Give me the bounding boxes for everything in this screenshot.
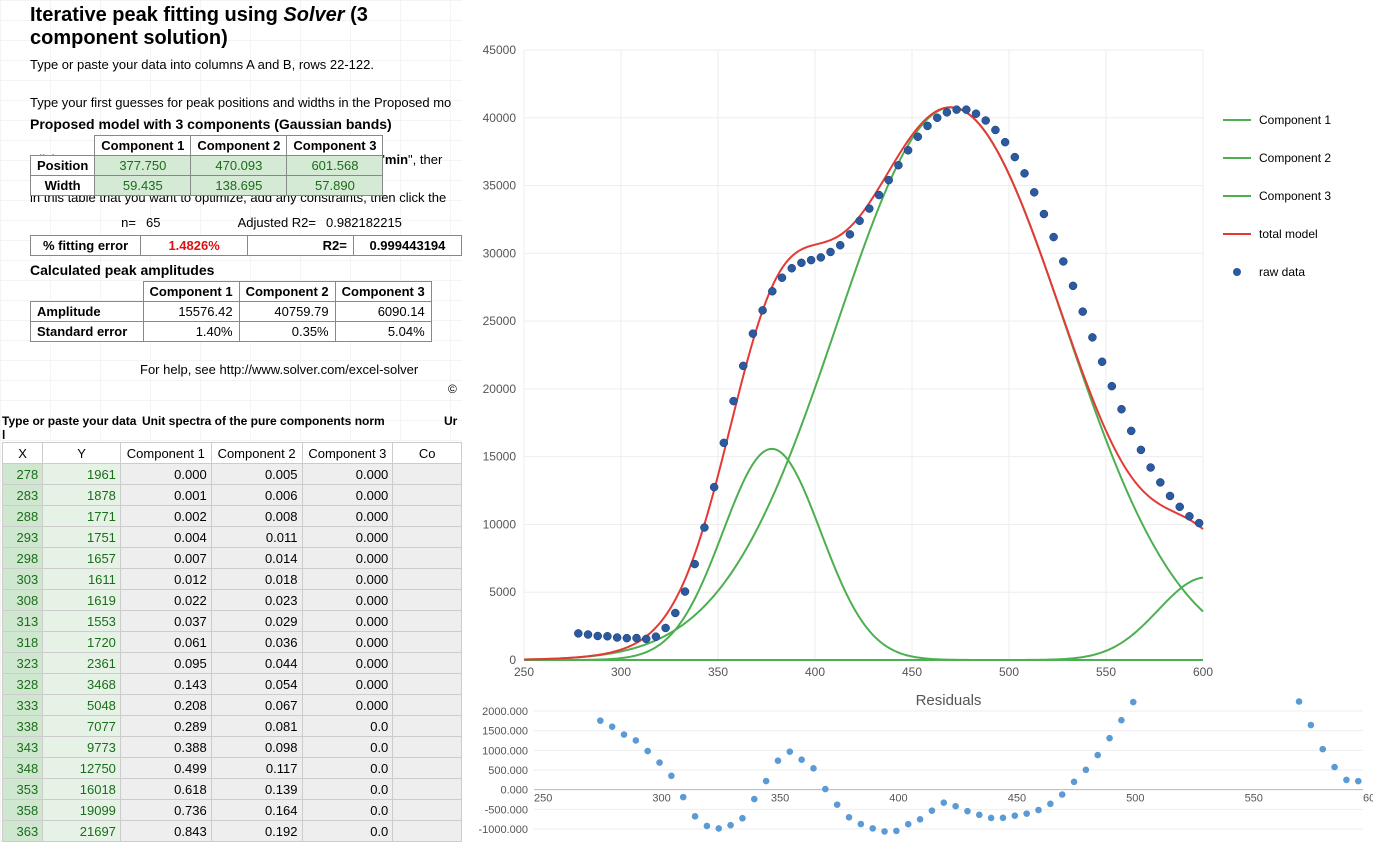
spreadsheet-page: Iterative peak fitting using Solver (3 c… (0, 0, 1373, 842)
table-row[interactable]: 31817200.0610.0360.000 (3, 632, 462, 653)
svg-text:35000: 35000 (483, 179, 517, 193)
residuals-chart[interactable]: Residuals -1000.000 -500.000 0.000 500.000 10… (462, 693, 1373, 842)
table-row[interactable]: 358190990.7360.1640.0 (3, 800, 462, 821)
svg-text:450: 450 (902, 665, 922, 679)
stat-n: 65 (142, 214, 200, 231)
table-row[interactable]: 28318780.0010.0060.000 (3, 485, 462, 506)
cell-pos-c2[interactable]: 470.093 (191, 156, 287, 176)
svg-text:400: 400 (889, 793, 907, 805)
se-c1: 1.40% (143, 322, 239, 342)
copyright: © (448, 382, 457, 396)
table-row[interactable]: 33350480.2080.0670.000 (3, 695, 462, 716)
svg-text:450: 450 (1008, 793, 1026, 805)
se-c2: 0.35% (239, 322, 335, 342)
svg-text:10000: 10000 (483, 517, 517, 531)
table-row[interactable]: 348127500.4990.1170.0 (3, 758, 462, 779)
table-row[interactable]: 29317510.0040.0110.000 (3, 527, 462, 548)
amp-c3: 6090.14 (335, 302, 431, 322)
svg-text:600: 600 (1193, 665, 1213, 679)
svg-text:600: 600 (1363, 793, 1373, 805)
left-pane: Iterative peak fitting using Solver (3 c… (0, 0, 462, 842)
table-row[interactable]: 33870770.2890.0810.0 (3, 716, 462, 737)
table-row[interactable]: 28817710.0020.0080.000 (3, 506, 462, 527)
col-c3: Component 3 (287, 136, 383, 156)
cell-wid-c1[interactable]: 59.435 (95, 176, 191, 196)
data-section: Type or paste your data l Unit spectra o… (2, 414, 462, 842)
model-table[interactable]: Component 1 Component 2 Component 3 Posi… (30, 135, 383, 196)
table-row[interactable]: 353160180.6180.1390.0 (3, 779, 462, 800)
col-c1: Component 1 (95, 136, 191, 156)
amp-heading: Calculated peak amplitudes (30, 262, 432, 278)
svg-text:250: 250 (534, 793, 552, 805)
svg-text:45000: 45000 (483, 43, 517, 57)
table-row[interactable]: 27819610.0000.0050.000 (3, 464, 462, 485)
svg-text:25000: 25000 (483, 314, 517, 328)
model-section: Proposed model with 3 components (Gaussi… (30, 116, 392, 196)
svg-text:20000: 20000 (483, 382, 517, 396)
svg-text:300: 300 (652, 793, 670, 805)
svg-text:350: 350 (708, 665, 728, 679)
svg-text:500: 500 (999, 665, 1019, 679)
amp-section: Calculated peak amplitudes Component 1Co… (30, 262, 432, 342)
svg-text:total model: total model (1259, 227, 1318, 241)
cell-wid-c3[interactable]: 57.890 (287, 176, 383, 196)
svg-text:550: 550 (1096, 665, 1116, 679)
svg-text:1500.000: 1500.000 (482, 726, 528, 738)
amp-table: Component 1Component 2Component 3 Amplit… (30, 281, 432, 342)
table-row[interactable]: 363216970.8430.1920.0 (3, 821, 462, 842)
col-c2: Component 2 (191, 136, 287, 156)
svg-text:Component 1: Component 1 (1259, 113, 1331, 127)
model-heading: Proposed model with 3 components (Gaussi… (30, 116, 392, 132)
svg-text:1000.000: 1000.000 (482, 745, 528, 757)
svg-text:-500.000: -500.000 (485, 804, 528, 816)
se-c3: 5.04% (335, 322, 431, 342)
help-link[interactable]: For help, see http://www.solver.com/exce… (140, 362, 418, 377)
svg-text:Residuals: Residuals (916, 693, 982, 709)
table-row[interactable]: 30316110.0120.0180.000 (3, 569, 462, 590)
data-table[interactable]: X Y Component 1 Component 2 Component 3 … (2, 442, 462, 842)
svg-text:500.000: 500.000 (488, 765, 528, 777)
svg-text:15000: 15000 (483, 450, 517, 464)
fit-error-table: % fitting error 1.4826% R2= 0.999443194 (30, 235, 462, 256)
svg-text:40000: 40000 (483, 111, 517, 125)
svg-text:30000: 30000 (483, 246, 517, 260)
svg-text:250: 250 (514, 665, 534, 679)
stats-table: n= 65 Adjusted R2= 0.982182215 (30, 212, 408, 233)
svg-text:raw data: raw data (1259, 265, 1305, 279)
stats-section: n= 65 Adjusted R2= 0.982182215 % fitting… (30, 212, 462, 256)
svg-text:550: 550 (1245, 793, 1263, 805)
stat-ar2: 0.982182215 (322, 214, 406, 231)
svg-text:400: 400 (805, 665, 825, 679)
table-row[interactable]: 34397730.3880.0980.0 (3, 737, 462, 758)
chart-pane: 250 300 350 400 450 500 550 600 0 5000 10000 15000 2… (462, 30, 1373, 842)
svg-text:0: 0 (509, 653, 516, 667)
amp-c1: 15576.42 (143, 302, 239, 322)
table-row[interactable]: 32834680.1430.0540.000 (3, 674, 462, 695)
table-row[interactable]: 30816190.0220.0230.000 (3, 590, 462, 611)
amp-c2: 40759.79 (239, 302, 335, 322)
table-row[interactable]: 29816570.0070.0140.000 (3, 548, 462, 569)
cell-pos-c1[interactable]: 377.750 (95, 156, 191, 176)
svg-text:5000: 5000 (489, 585, 516, 599)
stat-err: 1.4826% (168, 238, 219, 253)
table-row[interactable]: 32323610.0950.0440.000 (3, 653, 462, 674)
stat-r2: 0.999443194 (353, 236, 461, 256)
svg-text:Component 2: Component 2 (1259, 151, 1331, 165)
table-row[interactable]: 31315530.0370.0290.000 (3, 611, 462, 632)
svg-text:0.000: 0.000 (500, 785, 528, 797)
svg-text:Component 3: Component 3 (1259, 189, 1331, 203)
svg-text:350: 350 (771, 793, 789, 805)
cell-pos-c3[interactable]: 601.568 (287, 156, 383, 176)
svg-text:2000.000: 2000.000 (482, 706, 528, 718)
svg-text:-1000.000: -1000.000 (478, 824, 528, 836)
cell-wid-c2[interactable]: 138.695 (191, 176, 287, 196)
svg-text:300: 300 (611, 665, 631, 679)
svg-text:500: 500 (1126, 793, 1144, 805)
main-chart[interactable]: 250 300 350 400 450 500 550 600 0 5000 10000 15000 2… (462, 30, 1373, 690)
